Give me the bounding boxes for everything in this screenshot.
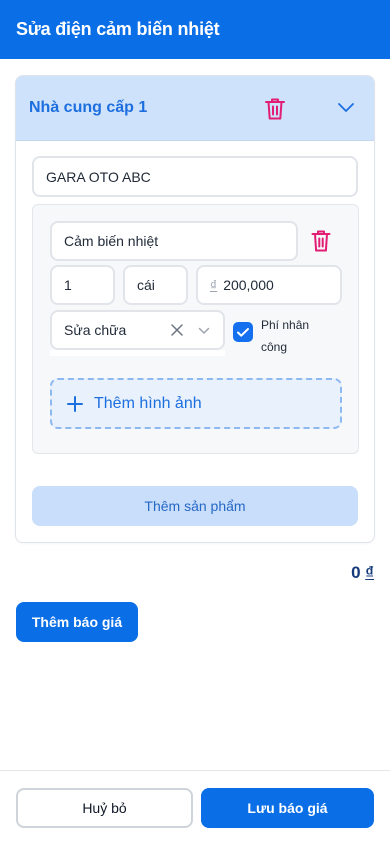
page-title: Sửa điện cảm biến nhiệt [16, 19, 220, 39]
footer-bar: Huỷ bỏ Lưu báo giá [0, 770, 390, 843]
supplier-name-input[interactable]: GARA OTO ABC [32, 156, 358, 197]
add-image-button[interactable]: Thêm hình ảnh [50, 378, 342, 429]
quantity-input[interactable]: 1 [50, 265, 115, 305]
add-quote-button[interactable]: Thêm báo giá [16, 602, 138, 642]
service-type-select[interactable]: Sửa chữa [50, 310, 225, 350]
unit-input[interactable]: cái [123, 265, 188, 305]
trash-icon[interactable] [264, 97, 286, 121]
total-currency: ₫ [365, 563, 374, 582]
supplier-card-header[interactable]: Nhà cung cấp 1 [16, 76, 374, 141]
check-icon [237, 328, 249, 337]
close-icon[interactable] [170, 323, 184, 337]
save-quote-button[interactable]: Lưu báo giá [201, 788, 374, 828]
price-input[interactable]: ₫ 200,000 [196, 265, 342, 305]
total-amount: 0 ₫ [351, 563, 374, 583]
add-image-label: Thêm hình ảnh [94, 394, 202, 412]
price-value: 200,000 [223, 277, 274, 293]
currency-symbol: ₫ [210, 277, 218, 293]
service-type-value: Sửa chữa [64, 322, 127, 338]
app-header: Sửa điện cảm biến nhiệt [0, 0, 390, 59]
labor-fee-checkbox[interactable] [233, 322, 253, 342]
trash-icon[interactable] [311, 229, 331, 253]
chevron-down-icon[interactable] [337, 100, 355, 114]
chevron-down-icon[interactable] [198, 326, 210, 335]
add-product-button[interactable]: Thêm sản phẩm [32, 486, 358, 526]
select-shadow [50, 350, 225, 356]
supplier-title: Nhà cung cấp 1 [29, 99, 148, 116]
labor-fee-label: Phí nhân công [261, 318, 310, 354]
product-name-input[interactable]: Cảm biến nhiệt [50, 221, 298, 261]
cancel-button[interactable]: Huỷ bỏ [16, 788, 193, 828]
product-item: Cảm biến nhiệt 1 cái ₫ 200,000 Sửa chữa [32, 204, 359, 454]
plus-icon [67, 395, 83, 412]
total-value: 0 [351, 563, 361, 582]
supplier-card: Nhà cung cấp 1 GARA OTO ABC Cảm biến nhi… [15, 75, 375, 543]
